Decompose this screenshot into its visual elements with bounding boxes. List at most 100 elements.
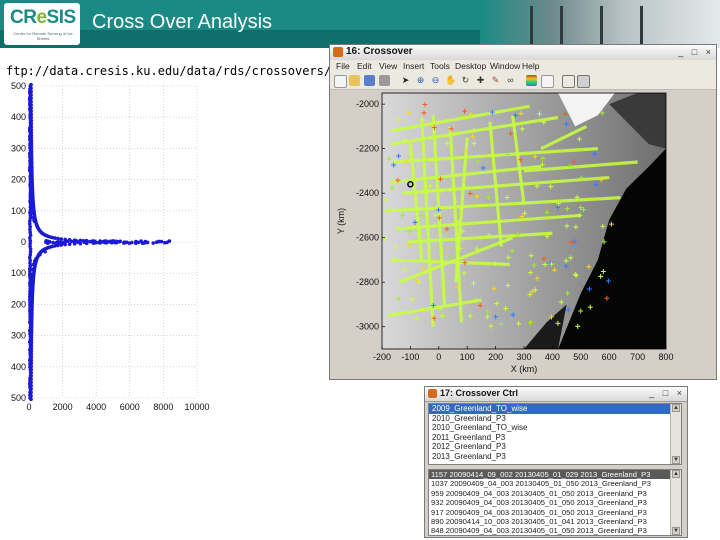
plot-y-tick: 0 xyxy=(21,237,26,247)
plot-y-tick: 100 xyxy=(11,268,26,278)
season-item[interactable]: 2013_Greenland_P3 xyxy=(429,452,681,462)
plot-x-tick: 6000 xyxy=(120,402,140,412)
banner-rail xyxy=(530,6,533,46)
banner-rail xyxy=(600,6,603,46)
zoom-in-icon[interactable]: ⊕ xyxy=(415,75,426,86)
plot-y-tick: 500 xyxy=(11,81,26,91)
plot-point xyxy=(122,241,126,245)
crossover-item[interactable]: 1157 20090414_09_002 20130405_01_029 201… xyxy=(429,470,681,480)
crossover-item[interactable]: 848 20090409_04_003 20130405_01_050 2013… xyxy=(429,526,681,535)
crossover-figure-window[interactable]: 16: Crossover _ □ × File Edit View Inser… xyxy=(329,44,717,380)
season-item[interactable]: 2011_Greenland_P3 xyxy=(429,433,681,443)
plot-y-tick: 300 xyxy=(11,331,26,341)
x-tick-label: 300 xyxy=(516,352,531,362)
menu-file[interactable]: File xyxy=(336,61,350,71)
grid-icon[interactable] xyxy=(562,75,575,88)
matlab-icon xyxy=(428,389,437,398)
plot-point xyxy=(130,240,134,245)
open-icon[interactable] xyxy=(349,75,360,86)
print-icon[interactable] xyxy=(379,75,390,86)
y-tick-label: -2000 xyxy=(356,99,379,109)
rotate-icon[interactable]: ↻ xyxy=(460,75,471,86)
x-tick-label: 100 xyxy=(460,352,475,362)
logo-wordmark: CReSIS xyxy=(10,7,76,28)
window-title: 17: Crossover Ctrl xyxy=(440,388,519,398)
plot-point xyxy=(133,241,138,246)
plot-point xyxy=(167,239,172,243)
crossover-item[interactable]: 917 20090409_04_003 20130405_01_050 2013… xyxy=(429,508,681,517)
plot-point xyxy=(118,239,123,244)
season-listbox[interactable]: 2009_Greenland_TO_wise 2010_Greenland_P3… xyxy=(428,403,682,465)
plot-point xyxy=(60,240,65,245)
plot-point xyxy=(151,241,155,245)
crossover-map[interactable]: -2000 -2200 -2400 -2600 -2800 -3000 -200 -100 0 1… xyxy=(330,90,716,379)
x-tick-label: 0 xyxy=(436,352,441,362)
window-controls[interactable]: _ □ × xyxy=(678,47,714,57)
scroll-down-icon[interactable]: ▼ xyxy=(672,527,680,535)
data-cursor-icon[interactable]: ✚ xyxy=(475,75,486,86)
y-tick-label: -2400 xyxy=(356,188,379,198)
banner-rail xyxy=(640,6,643,46)
window-titlebar[interactable]: 16: Crossover _ □ × xyxy=(330,45,716,61)
menu-window[interactable]: Window xyxy=(490,61,520,71)
new-icon[interactable] xyxy=(334,75,347,88)
plot-y-tick: 400 xyxy=(11,362,26,372)
plot-x-tick: 8000 xyxy=(153,402,173,412)
x-axis-label: X (km) xyxy=(511,364,538,374)
crossover-item[interactable]: 959 20090409_04_003 20130405_01_050 2013… xyxy=(429,489,681,498)
plot-point xyxy=(108,239,113,244)
crossover-listbox[interactable]: 1157 20090414_09_002 20130405_01_029 201… xyxy=(428,469,682,536)
save-icon[interactable] xyxy=(364,75,375,86)
listbox-scrollbar[interactable]: ▲ ▼ xyxy=(670,470,681,535)
scroll-up-icon[interactable]: ▲ xyxy=(672,470,680,478)
plot-point xyxy=(55,240,60,244)
menu-help[interactable]: Help xyxy=(522,61,539,71)
colorbar-icon[interactable] xyxy=(526,75,537,86)
scroll-up-icon[interactable]: ▲ xyxy=(672,404,680,412)
plot-y-tick: 300 xyxy=(11,143,26,153)
crossover-ctrl-window[interactable]: 17: Crossover Ctrl _ □ × 2009_Greenland_… xyxy=(424,386,688,538)
residual-scatter-plot: 50040030020010001002003004005000 2000 4000… xyxy=(11,81,210,412)
matlab-icon xyxy=(333,47,343,57)
brush-icon[interactable]: ✎ xyxy=(490,75,501,86)
zoom-out-icon[interactable]: ⊖ xyxy=(430,75,441,86)
dock-icon[interactable] xyxy=(577,75,590,88)
figure-toolbar: ➤ ⊕ ⊖ ✋ ↻ ✚ ✎ ∞ xyxy=(330,73,716,90)
figure-canvas[interactable]: -2000 -2200 -2400 -2600 -2800 -3000 -200 -100 0 1… xyxy=(330,90,716,379)
y-tick-label: -2200 xyxy=(356,144,379,154)
crossover-item[interactable]: 890 20090414_10_003 20130405_01_041 2013… xyxy=(429,517,681,526)
window-controls[interactable]: _ □ × xyxy=(649,388,685,398)
pointer-icon[interactable]: ➤ xyxy=(400,75,411,86)
menu-insert[interactable]: Insert xyxy=(403,61,424,71)
x-tick-label: 400 xyxy=(545,352,560,362)
plot-point xyxy=(51,240,55,245)
x-tick-label: 800 xyxy=(658,352,673,362)
window-titlebar[interactable]: 17: Crossover Ctrl _ □ × xyxy=(425,387,687,402)
plot-y-tick: 100 xyxy=(11,206,26,216)
y-tick-label: -2800 xyxy=(356,277,379,287)
season-item[interactable]: 2009_Greenland_TO_wise xyxy=(429,404,681,414)
plot-point xyxy=(73,241,77,245)
menu-tools[interactable]: Tools xyxy=(430,61,450,71)
scroll-down-icon[interactable]: ▼ xyxy=(672,456,680,464)
pan-icon[interactable]: ✋ xyxy=(445,75,456,86)
listbox-scrollbar[interactable]: ▲ ▼ xyxy=(670,404,681,464)
season-item[interactable]: 2010_Greenland_P3 xyxy=(429,414,681,424)
plot-point xyxy=(47,240,52,244)
plot-point xyxy=(156,239,161,244)
menu-bar: File Edit View Insert Tools Desktop Wind… xyxy=(330,60,716,73)
season-item[interactable]: 2010_Greenland_TO_wise xyxy=(429,423,681,433)
logo-tagline: Center for Remote Sensing of Ice Sheets xyxy=(13,31,73,41)
ftp-url[interactable]: ftp://data.cresis.ku.edu/data/rds/crosso… xyxy=(6,64,331,78)
cresis-logo: CReSIS Center for Remote Sensing of Ice … xyxy=(4,3,80,45)
crossover-item[interactable]: 932 20090409_04_003 20130405_01_050 2013… xyxy=(429,498,681,507)
menu-desktop[interactable]: Desktop xyxy=(455,61,486,71)
window-title: 16: Crossover xyxy=(346,46,413,57)
crossover-item[interactable]: 1037 20090409_04_003 20130405_01_050 201… xyxy=(429,479,681,488)
menu-view[interactable]: View xyxy=(379,61,397,71)
plot-point xyxy=(81,238,86,243)
legend-icon[interactable] xyxy=(541,75,554,88)
link-icon[interactable]: ∞ xyxy=(505,75,516,86)
season-item[interactable]: 2012_Greenland_P3 xyxy=(429,442,681,452)
menu-edit[interactable]: Edit xyxy=(357,61,372,71)
